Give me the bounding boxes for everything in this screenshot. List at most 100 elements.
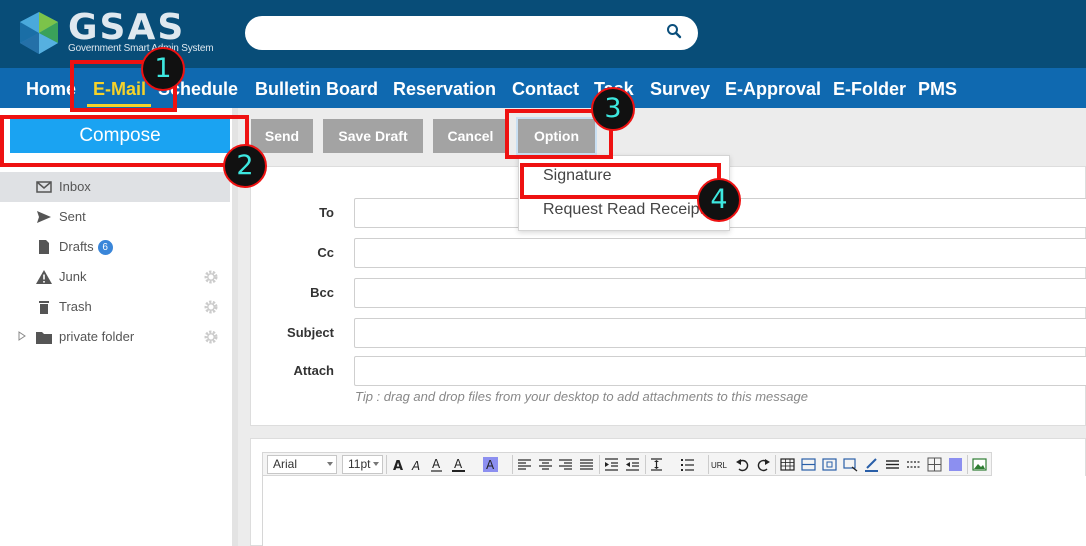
redo-icon[interactable]: [755, 456, 772, 473]
cancel-button[interactable]: Cancel: [433, 119, 508, 153]
italic-icon[interactable]: A: [408, 456, 425, 473]
folder-junk[interactable]: Junk: [0, 262, 230, 292]
nav-survey[interactable]: Survey: [650, 78, 710, 100]
nav-home[interactable]: Home: [26, 78, 76, 100]
align-right-icon[interactable]: [557, 456, 574, 473]
document-icon: [39, 240, 49, 254]
table-grid-icon[interactable]: [926, 456, 943, 473]
svg-text:A: A: [432, 457, 441, 471]
insert-row-icon[interactable]: [800, 456, 817, 473]
annotation-highlight-compose: [0, 115, 249, 167]
annotation-highlight-signature: [520, 163, 721, 199]
gear-icon[interactable]: [203, 299, 219, 315]
folder-label: private folder: [59, 329, 135, 344]
insert-link-icon[interactable]: URL: [711, 456, 731, 473]
attach-tip: Tip : drag and drop files from your desk…: [355, 389, 808, 404]
send-icon: [37, 211, 51, 223]
folder-drafts[interactable]: Drafts 6: [0, 232, 230, 262]
toolbar-separator: [708, 455, 709, 474]
warning-icon: [36, 270, 52, 284]
cc-label: Cc: [317, 245, 334, 260]
gear-icon[interactable]: [203, 269, 219, 285]
nav-bulletin-board[interactable]: Bulletin Board: [255, 78, 378, 100]
gear-icon[interactable]: [203, 329, 219, 345]
step-marker-3: 3: [591, 87, 635, 131]
folder-inbox[interactable]: Inbox: [0, 172, 230, 202]
toolbar-separator: [599, 455, 600, 474]
svg-text:A: A: [411, 459, 420, 473]
toolbar-separator: [386, 455, 387, 474]
folder-label: Drafts 6: [59, 239, 113, 255]
expand-caret-icon[interactable]: [18, 331, 26, 341]
toolbar-separator: [512, 455, 513, 474]
nav-contact[interactable]: Contact: [512, 78, 579, 100]
search-icon[interactable]: [666, 23, 682, 39]
attach-dropzone[interactable]: [354, 356, 1086, 386]
save-draft-button[interactable]: Save Draft: [323, 119, 423, 153]
nav-pms[interactable]: PMS: [918, 78, 957, 100]
folder-name: Drafts: [59, 239, 94, 254]
search-input[interactable]: [245, 16, 698, 50]
font-family-select[interactable]: Arial: [267, 455, 337, 474]
insert-table-icon[interactable]: [779, 456, 796, 473]
logo-globe-icon: [20, 12, 58, 54]
font-family-value: Arial: [273, 457, 298, 471]
to-label: To: [319, 205, 334, 220]
step-marker-1: 1: [141, 47, 185, 91]
folder-private[interactable]: private folder: [0, 322, 230, 352]
background-color-icon[interactable]: [947, 456, 964, 473]
underline-icon[interactable]: A: [428, 456, 445, 473]
folder-trash[interactable]: Trash: [0, 292, 230, 322]
send-button[interactable]: Send: [251, 119, 313, 153]
outdent-icon[interactable]: [624, 456, 641, 473]
horizontal-rule-icon[interactable]: [884, 456, 901, 473]
undo-icon[interactable]: [734, 456, 751, 473]
message-body[interactable]: [262, 476, 1086, 546]
justify-icon[interactable]: [578, 456, 595, 473]
svg-text:A: A: [454, 457, 463, 471]
logo-text: GSAS: [68, 7, 186, 48]
toolbar-separator: [967, 455, 968, 474]
folder-label: Trash: [59, 299, 92, 314]
nav-e-folder[interactable]: E-Folder: [833, 78, 906, 100]
nav-reservation[interactable]: Reservation: [393, 78, 496, 100]
toolbar-separator: [775, 455, 776, 474]
bcc-label: Bcc: [310, 285, 334, 300]
svg-text:URL: URL: [711, 461, 728, 470]
align-left-icon[interactable]: [516, 456, 533, 473]
folder-label: Sent: [59, 209, 86, 224]
gsas-logo[interactable]: GSAS Government Smart Admin System: [16, 10, 226, 58]
folder-icon: [36, 332, 52, 344]
bold-icon[interactable]: A: [389, 456, 406, 473]
folder-label: Inbox: [59, 179, 91, 194]
drafts-count-badge: 6: [97, 240, 113, 255]
font-size-value: 11pt: [348, 457, 371, 471]
toolbar-separator: [645, 455, 646, 474]
list-icon[interactable]: [679, 456, 696, 473]
cc-field[interactable]: [354, 238, 1086, 268]
line-height-icon[interactable]: [648, 456, 665, 473]
pen-icon[interactable]: [863, 456, 880, 473]
envelope-icon: [36, 181, 52, 193]
trash-icon: [39, 301, 49, 314]
svg-text:A: A: [393, 459, 403, 473]
insert-column-icon[interactable]: [821, 456, 838, 473]
font-size-select[interactable]: 11pt: [342, 455, 383, 474]
step-marker-2: 2: [223, 144, 267, 188]
menu-item-request-read-receipt[interactable]: Request Read Receipt: [543, 201, 704, 219]
nav-e-approval[interactable]: E-Approval: [725, 78, 821, 100]
align-center-icon[interactable]: [537, 456, 554, 473]
folder-label: Junk: [59, 269, 87, 284]
folder-sent[interactable]: Sent: [0, 202, 230, 232]
indent-icon[interactable]: [603, 456, 620, 473]
subject-label: Subject: [287, 325, 334, 340]
bcc-field[interactable]: [354, 278, 1086, 308]
page-break-icon[interactable]: [905, 456, 922, 473]
svg-text:A: A: [486, 458, 495, 472]
subject-field[interactable]: [354, 318, 1086, 348]
font-color-icon[interactable]: A: [450, 456, 467, 473]
logo-subtitle: Government Smart Admin System: [68, 43, 214, 54]
insert-image-icon[interactable]: [971, 456, 988, 473]
highlight-color-icon[interactable]: A: [482, 456, 499, 473]
cell-properties-icon[interactable]: [842, 456, 859, 473]
